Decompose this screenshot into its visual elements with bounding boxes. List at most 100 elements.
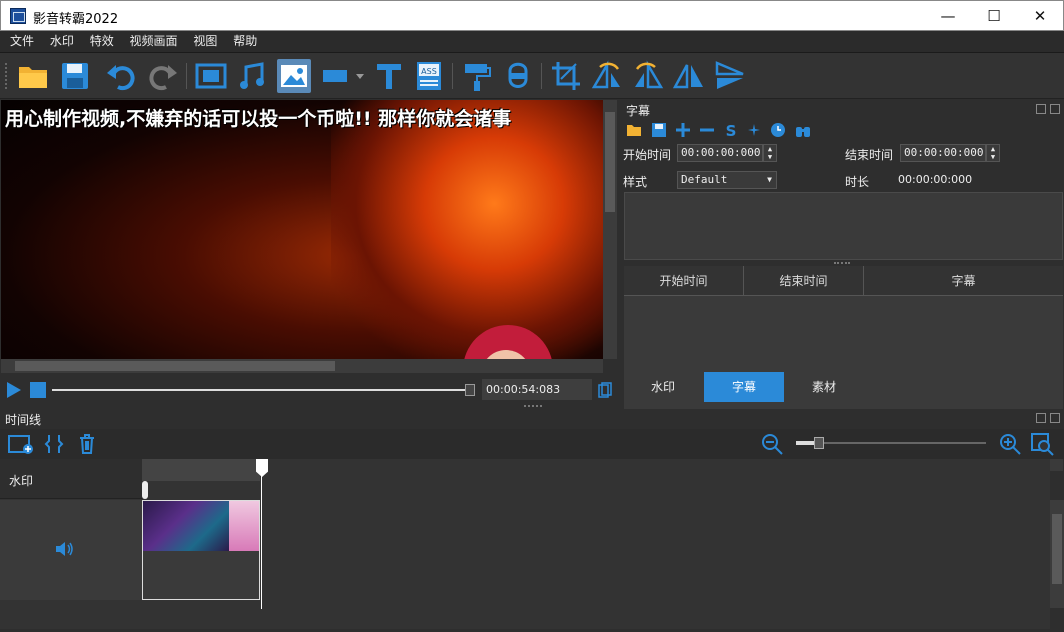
zoom-in-icon[interactable] [998,432,1022,456]
ass-subtitle-icon[interactable]: ASS [412,59,446,93]
zoom-out-icon[interactable] [760,432,784,456]
splitter-grip[interactable] [834,262,850,264]
style-label: 样式 [623,175,648,189]
start-time-field[interactable]: 00:00:00:000 [677,144,763,162]
menu-help[interactable]: 帮助 [227,31,263,52]
menu-view[interactable]: 视图 [187,31,223,52]
add-text-icon[interactable] [372,59,406,93]
play-icon[interactable] [6,381,22,399]
rotate-left-icon[interactable] [590,59,624,93]
title-bar: 影音转霸2022 — ☐ ✕ [0,0,1064,31]
panel-float-icon[interactable] [1036,104,1046,114]
add-icon[interactable] [675,122,691,138]
add-clip-icon[interactable] [8,433,34,455]
scrollbar-thumb[interactable] [1052,514,1062,584]
style-select[interactable]: Default ▼ [677,171,777,189]
speaker-icon[interactable] [54,540,74,558]
zoom-slider-track[interactable] [796,441,986,445]
preview-caption-text: 用心制作视频,不嫌弃的话可以投一个币啦!! 那样你就会诸事 [5,108,512,130]
progress-knob[interactable] [464,384,475,396]
panel-float-icon[interactable] [1036,413,1046,423]
flip-horizontal-icon[interactable] [672,59,706,93]
watermark-clip[interactable] [142,459,260,481]
minimize-button[interactable]: — [925,1,971,31]
menu-effects[interactable]: 特效 [84,31,120,52]
timeline-vertical-scrollbar[interactable] [1050,500,1064,608]
open-folder-icon[interactable] [16,59,50,93]
menu-file[interactable]: 文件 [4,31,40,52]
end-time-spinner[interactable]: ▲ ▼ [986,144,1000,162]
start-time-label: 开始时间 [623,148,672,162]
rotate-right-icon[interactable] [631,59,665,93]
window-title: 影音转霸2022 [33,12,119,27]
chevron-down-icon: ▼ [767,175,772,184]
panel-title: 字幕 [626,104,651,118]
sparkle-icon[interactable] [746,122,762,138]
playhead-line [261,459,262,609]
track-header-video [0,500,142,600]
video-clip[interactable] [142,500,260,600]
split-clip-icon[interactable] [43,433,65,455]
flip-vertical-icon[interactable] [713,59,747,93]
tab-watermark[interactable]: 水印 [623,372,703,402]
scrollbar-thumb[interactable] [605,112,615,212]
menu-bar: 文件 水印 特效 视频画面 视图 帮助 [0,31,1064,53]
progress-track[interactable] [52,389,474,391]
split-s-icon[interactable]: S [724,122,738,138]
scrollbar-thumb[interactable] [15,361,335,371]
open-folder-icon[interactable] [626,122,642,138]
column-header-start[interactable]: 开始时间 [624,266,744,296]
snapshot-icon[interactable] [598,382,612,398]
clip-thumbnail [143,501,229,551]
duration-value: 00:00:00:000 [898,173,973,186]
end-time-field[interactable]: 00:00:00:000 [900,144,986,162]
zoom-slider-knob[interactable] [813,437,824,449]
preview-horizontal-scrollbar[interactable] [1,359,603,373]
mask-face-icon[interactable] [501,59,535,93]
binoculars-icon[interactable] [795,122,811,138]
menu-watermark[interactable]: 水印 [44,31,80,52]
maximize-button[interactable]: ☐ [971,1,1017,31]
undo-icon[interactable] [104,59,138,93]
video-preview[interactable]: 用心制作视频,不嫌弃的话可以投一个币啦!! 那样你就会诸事 xz7com ≡ ✕… [1,100,603,359]
toolbar-separator [452,63,453,89]
tab-material[interactable]: 素材 [784,372,864,402]
progress-fill [52,389,470,391]
timeline-toolbar [0,429,1064,459]
clock-icon[interactable] [770,122,786,138]
shape-dropdown-icon[interactable] [320,59,368,93]
menu-video-frame[interactable]: 视频画面 [124,31,184,52]
stop-icon[interactable] [30,382,46,398]
add-image-icon[interactable] [277,59,311,93]
crop-icon[interactable] [549,59,583,93]
delete-icon[interactable] [77,433,97,455]
save-icon[interactable] [58,59,92,93]
panel-close-icon[interactable] [1050,104,1060,114]
close-button[interactable]: ✕ [1017,1,1063,31]
duration-label: 时长 [845,175,870,189]
subtitle-panel: 字幕 S 开始时间 00:00:00:000 ▲ ▼ 结束时间 00:00:00:… [620,100,1063,471]
column-header-subtitle[interactable]: 字幕 [864,266,1063,296]
save-icon[interactable] [651,122,667,138]
column-header-end[interactable]: 结束时间 [744,266,864,296]
end-time-label: 结束时间 [845,148,894,162]
track-label: 水印 [9,474,34,488]
toolbar-separator [541,63,542,89]
timeline-header: 时间线 [0,409,1064,429]
add-video-icon[interactable] [194,59,228,93]
clip-trim-handle[interactable] [142,481,148,499]
splitter-grip[interactable] [524,405,542,407]
preview-vertical-scrollbar[interactable] [603,100,617,359]
current-time-display: 00:00:54:083 [482,379,592,400]
preview-fire-background [331,100,603,359]
subtitle-text-area[interactable] [624,192,1063,260]
remove-icon[interactable] [699,122,715,138]
redo-icon[interactable] [146,59,180,93]
start-time-spinner[interactable]: ▲ ▼ [763,144,777,162]
zoom-fit-icon[interactable] [1030,432,1054,456]
paint-roller-icon[interactable] [460,59,494,93]
tab-subtitle[interactable]: 字幕 [704,372,784,402]
timeline-title: 时间线 [5,413,42,427]
add-music-icon[interactable] [236,59,270,93]
panel-close-icon[interactable] [1050,413,1060,423]
